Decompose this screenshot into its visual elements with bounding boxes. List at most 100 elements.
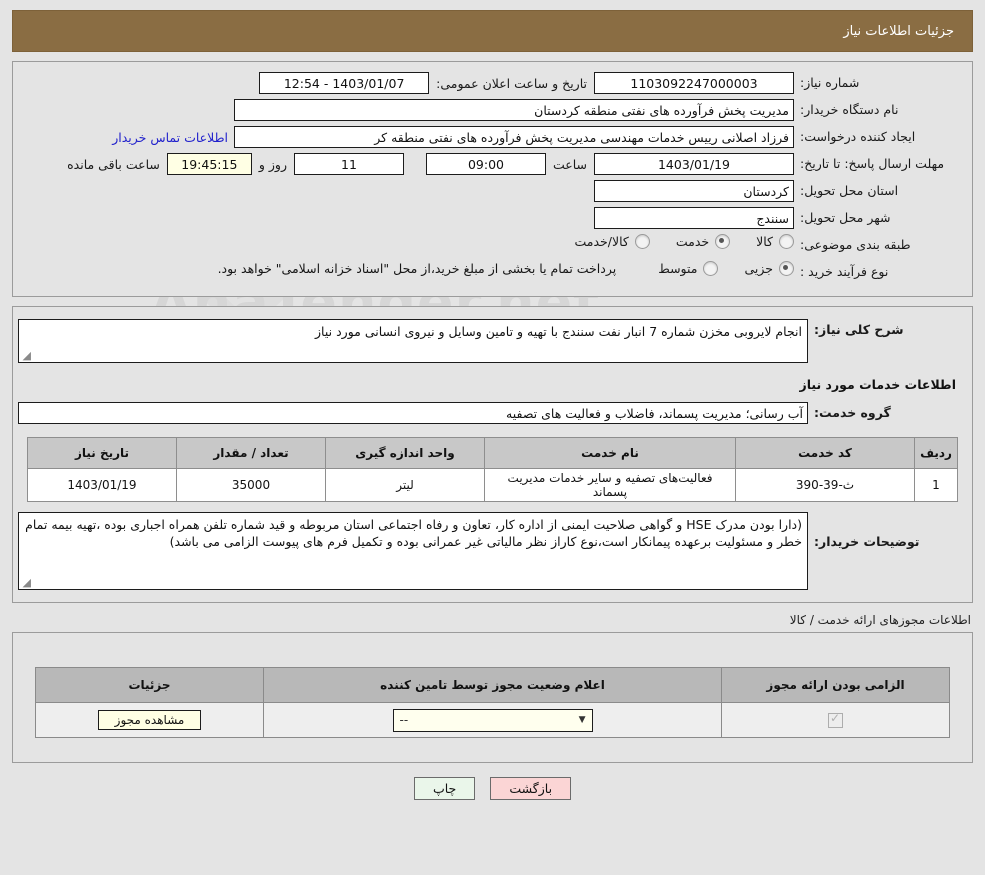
row-description: شرح کلی نیاز: انجام لایروبی مخزن شماره 7… [18, 319, 958, 363]
cell-need-date: 1403/01/19 [27, 468, 177, 502]
deadline-label: مهلت ارسال پاسخ: تا تاریخ: [800, 156, 945, 171]
description-text: انجام لایروبی مخزن شماره 7 انبار نفت سنن… [315, 324, 802, 339]
countdown-field: 19:45:15 [166, 153, 252, 175]
creator-label: ایجاد کننده درخواست: [800, 129, 916, 144]
remaining-days-field: 11 [293, 153, 404, 175]
process-radio-group: جزیی متوسط [632, 261, 794, 276]
col-index: ردیف [914, 437, 958, 469]
service-group-label: گروه خدمت: [814, 405, 891, 420]
cell-license-status: ▼ -- [263, 702, 722, 738]
payment-note: پرداخت تمام یا بخشی از مبلغ خرید،از محل … [217, 261, 617, 276]
print-button[interactable]: چاپ [413, 777, 476, 800]
col-license-required: الزامی بودن ارائه مجوز [721, 667, 950, 703]
licenses-caption: اطلاعات مجوزهای ارائه خدمت / کالا [789, 613, 971, 627]
category-option-label: کالا/خدمت [574, 234, 629, 249]
table-row: ▼ -- مشاهده مجوز [35, 702, 950, 738]
process-option-jozei[interactable]: جزیی [744, 261, 794, 276]
announce-date-field[interactable]: 1403/01/07 - 12:54 [259, 72, 430, 94]
row-need-number: شماره نیاز: 1103092247000003 تاریخ و ساع… [23, 72, 962, 95]
col-code: کد خدمت [735, 437, 915, 469]
process-option-label: جزیی [744, 261, 773, 276]
days-label: روز و [258, 156, 287, 172]
need-number-label: شماره نیاز: [800, 75, 860, 90]
deadline-time-field[interactable]: 09:00 [425, 153, 546, 175]
city-label: شهر محل تحویل: [800, 210, 891, 225]
radio-icon[interactable] [779, 234, 794, 249]
row-process-type: نوع فرآیند خرید : جزیی متوسط پرداخت تمام… [23, 261, 962, 284]
resize-grip-icon[interactable]: ◢ [21, 577, 31, 588]
view-license-button[interactable]: مشاهده مجوز [97, 710, 202, 730]
province-field[interactable]: کردستان [594, 180, 794, 202]
services-table-header-row: ردیف کد خدمت نام خدمت واحد اندازه گیری ت… [27, 437, 958, 469]
license-status-value: -- [399, 712, 409, 727]
category-label: طبقه بندی موضوعی: [800, 237, 911, 252]
services-table: ردیف کد خدمت نام خدمت واحد اندازه گیری ت… [27, 437, 958, 502]
page-title: جزئیات اطلاعات نیاز [12, 10, 973, 52]
category-option-kala-khedmat[interactable]: کالا/خدمت [574, 234, 650, 249]
countdown-label: ساعت باقی مانده [67, 156, 160, 172]
buyer-notes-textarea[interactable]: (دارا بودن مدرک HSE و گواهی صلاحیت ایمنی… [18, 512, 808, 590]
process-option-motavaset[interactable]: متوسط [658, 261, 719, 276]
col-license-status: اعلام وضعیت مجوز توسط تامین کننده [263, 667, 722, 703]
row-buyer-notes: توضیحات خریدار: (دارا بودن مدرک HSE و گو… [18, 512, 958, 590]
row-province: استان محل تحویل: کردستان [23, 180, 962, 203]
chevron-down-icon: ▼ [578, 714, 586, 725]
service-group-field[interactable]: آب رسانی؛ مدیریت پسماند، فاضلاب و فعالیت… [18, 402, 808, 424]
deadline-date-field[interactable]: 1403/01/19 [594, 153, 794, 175]
cell-name: فعالیت‌های تصفیه و سایر خدمات مدیریت پسم… [484, 468, 736, 502]
process-option-label: متوسط [658, 261, 698, 276]
col-license-details: جزئیات [35, 667, 264, 703]
col-need-date: تاریخ نیاز [27, 437, 177, 469]
description-label: شرح کلی نیاز: [814, 322, 904, 337]
cell-code: ث-39-390 [735, 468, 915, 502]
need-info-panel: شماره نیاز: 1103092247000003 تاریخ و ساع… [12, 61, 973, 297]
category-option-khedmat[interactable]: خدمت [675, 234, 731, 249]
cell-license-required [721, 702, 950, 738]
row-city: شهر محل تحویل: سنندج [23, 207, 962, 230]
col-unit: واحد اندازه گیری [325, 437, 485, 469]
city-field[interactable]: سنندج [594, 207, 794, 229]
cell-index: 1 [914, 468, 958, 502]
category-option-label: کالا [756, 234, 773, 249]
description-textarea[interactable]: انجام لایروبی مخزن شماره 7 انبار نفت سنن… [18, 319, 808, 363]
buyer-notes-label: توضیحات خریدار: [814, 534, 920, 549]
province-label: استان محل تحویل: [800, 183, 899, 198]
licenses-panel: الزامی بودن ارائه مجوز اعلام وضعیت مجوز … [12, 632, 973, 763]
cell-unit: لیتر [325, 468, 485, 502]
buyer-org-label: نام دستگاه خریدار: [800, 102, 899, 117]
radio-icon[interactable] [703, 261, 719, 276]
category-option-kala[interactable]: کالا [756, 234, 794, 249]
resize-grip-icon[interactable]: ◢ [21, 350, 31, 361]
page-root: AnaTender.net جزئیات اطلاعات نیاز شماره … [0, 0, 985, 875]
hour-label: ساعت [552, 156, 587, 172]
col-name: نام خدمت [484, 437, 736, 469]
row-creator: ایجاد کننده درخواست: فرزاد اصلانی رییس خ… [23, 126, 962, 149]
buyer-org-field[interactable]: مدیریت پخش فرآورده های نفتی منطقه کردستا… [234, 99, 794, 121]
footer-actions: بازگشت چاپ [0, 777, 985, 800]
licenses-table-header-row: الزامی بودن ارائه مجوز اعلام وضعیت مجوز … [35, 667, 950, 703]
back-button[interactable]: بازگشت [490, 777, 572, 800]
row-service-group: گروه خدمت: آب رسانی؛ مدیریت پسماند، فاضل… [18, 402, 958, 425]
licenses-table: الزامی بودن ارائه مجوز اعلام وضعیت مجوز … [35, 667, 950, 738]
category-option-label: خدمت [675, 234, 710, 249]
radio-icon[interactable] [779, 261, 794, 276]
table-row: 1 ث-39-390 فعالیت‌های تصفیه و سایر خدمات… [27, 468, 958, 502]
radio-icon[interactable] [715, 234, 731, 249]
buyer-notes-text: (دارا بودن مدرک HSE و گواهی صلاحیت ایمنی… [25, 517, 802, 549]
cell-license-details: مشاهده مجوز [35, 702, 264, 738]
creator-field[interactable]: فرزاد اصلانی رییس خدمات مهندسی مدیریت پخ… [234, 126, 794, 148]
announce-label: تاریخ و ساعت اعلان عمومی: [436, 75, 587, 91]
process-label: نوع فرآیند خرید : [800, 264, 889, 279]
license-status-select[interactable]: ▼ -- [392, 708, 593, 732]
col-quantity: تعداد / مقدار [176, 437, 326, 469]
row-buyer-org: نام دستگاه خریدار: مدیریت پخش فرآورده ها… [23, 99, 962, 122]
radio-icon[interactable] [634, 234, 650, 249]
cell-quantity: 35000 [176, 468, 326, 502]
row-deadline: مهلت ارسال پاسخ: تا تاریخ: 1403/01/19 سا… [23, 153, 962, 176]
buyer-contact-link[interactable]: اطلاعات تماس خریدار [106, 130, 234, 145]
services-heading: اطلاعات خدمات مورد نیاز [799, 377, 957, 392]
need-number-field[interactable]: 1103092247000003 [594, 72, 794, 94]
category-radio-group: کالا خدمت کالا/خدمت [548, 234, 794, 249]
license-required-checkbox [828, 711, 843, 728]
services-panel: شرح کلی نیاز: انجام لایروبی مخزن شماره 7… [12, 306, 973, 603]
